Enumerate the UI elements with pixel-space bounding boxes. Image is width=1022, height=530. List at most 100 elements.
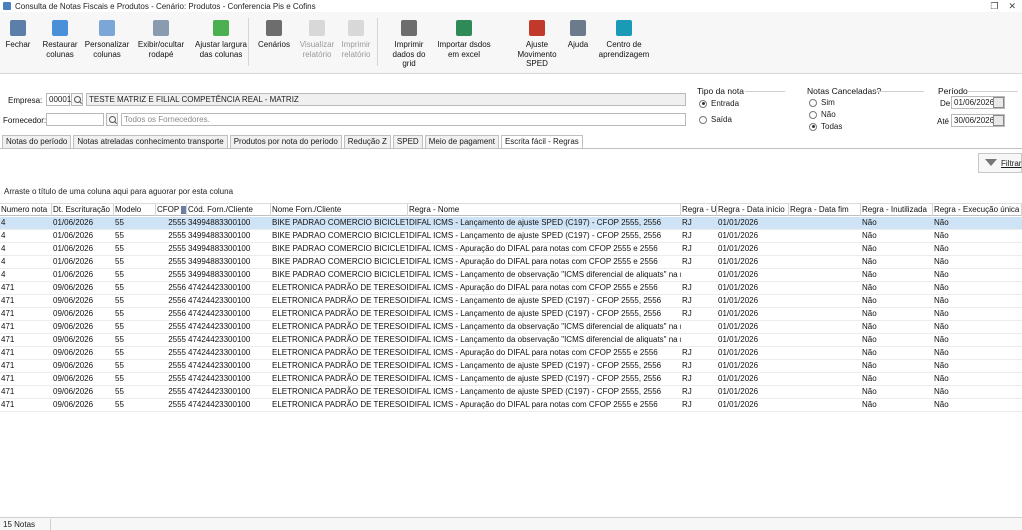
cell-regra-nome: DIFAL ICMS - Lançamento de ajuste SPED (… [409, 231, 662, 240]
cell-dt-escrituracao: 09/06/2026 [53, 283, 94, 292]
table-row[interactable]: 471 09/06/2026 55 2555 47424423300100 ELETRON… [0, 386, 1022, 399]
fornecedor-code-field[interactable] [46, 113, 104, 126]
cell-cfop: 2555 [168, 387, 186, 396]
ajuste-movimento-sped-button[interactable]: Ajuste Movimento SPED [509, 20, 565, 69]
toolbar-ribbon: Fechar Restaurar colunas Personalizar colu… [0, 12, 1022, 74]
radio-saida-dot[interactable] [699, 115, 707, 124]
table-row[interactable]: 4 01/06/2026 55 2555 34994883300100 BIKE PADR… [0, 269, 1022, 282]
radio-saida[interactable]: Saída [699, 115, 732, 124]
cell-regra-inutilizada: Não [862, 244, 877, 253]
table-row[interactable]: 471 09/06/2026 55 2555 47424423300100 ELETRON… [0, 321, 1022, 334]
table-row[interactable]: 4 01/06/2026 55 2555 34994883300100 BIKE PADR… [0, 256, 1022, 269]
record-count: 15 Notas [3, 520, 36, 529]
cell-regra-data-inicio: 01/01/2026 [718, 348, 759, 357]
cell-regra-uf [681, 269, 717, 281]
cell-cod-forn-cliente: 47424423300100 [188, 335, 251, 344]
imprimir-dados-do-grid-button[interactable]: Imprimir dados do grid [385, 20, 433, 69]
toolbar-separator [377, 18, 378, 66]
cell-regra-data-inicio: 01/01/2026 [718, 335, 759, 344]
empresa-code-field[interactable]: 00001 [46, 93, 71, 106]
radio-nao[interactable]: Não [809, 110, 836, 119]
status-separator [50, 519, 51, 530]
radio-nao-dot[interactable] [809, 110, 817, 119]
status-bar: 15 Notas [0, 517, 1022, 530]
cell-numero-nota: 4 [1, 257, 6, 266]
column-header-regra-execucao-unica[interactable]: Regra - Execução única [933, 204, 1022, 216]
column-header-regra-inutilizada[interactable]: Regra - Inutilizada [861, 204, 933, 216]
fornecedor-search-icon[interactable] [106, 113, 118, 126]
calendar-ate-icon[interactable] [993, 115, 1004, 126]
restaurar-colunas-button[interactable]: Restaurar colunas [40, 20, 80, 59]
empresa-search-icon[interactable] [71, 93, 83, 106]
tab-reducao-z[interactable]: Redução Z [343, 135, 391, 148]
column-header-regra-data-inicio[interactable]: Regra - Data início [717, 204, 789, 216]
cell-numero-nota: 4 [1, 218, 6, 227]
tab-notas-atreladas-conhecimento-transporte[interactable]: Notas atreladas conhecimento transporte [73, 135, 228, 148]
table-row[interactable]: 471 09/06/2026 55 2556 47424423300100 ELETRON… [0, 308, 1022, 321]
cell-regra-data-fim [789, 308, 861, 320]
cell-cod-forn-cliente: 47424423300100 [188, 348, 251, 357]
restore-window-icon[interactable]: ❐ [990, 1, 998, 12]
cell-dt-escrituracao: 09/06/2026 [53, 309, 94, 318]
cell-modelo: 55 [115, 257, 124, 266]
table-row[interactable]: 471 09/06/2026 55 2555 47424423300100 ELETRON… [0, 334, 1022, 347]
radio-sim[interactable]: Sim [809, 98, 835, 107]
personalizar-colunas-button[interactable]: Personalizar colunas [84, 20, 130, 59]
column-header-nome-forn-cliente[interactable]: Nome Forn./Cliente [271, 204, 408, 216]
cell-nome-forn-cliente: BIKE PADRAO COMERCIO BICICLETAS LTDA [272, 270, 408, 279]
column-header-dt-escrituracao[interactable]: Dt. Escrituração [52, 204, 114, 216]
tab-notas-do-periodo[interactable]: Notas do período [2, 135, 72, 148]
table-row[interactable]: 4 01/06/2026 55 2555 34994883300100 BIKE PADR… [0, 217, 1022, 230]
table-row[interactable]: 471 09/06/2026 55 2555 47424423300100 ELETRON… [0, 399, 1022, 412]
table-row[interactable]: 471 09/06/2026 55 2555 47424423300100 ELETRON… [0, 347, 1022, 360]
table-row[interactable]: 471 09/06/2026 55 2555 47424423300100 ELETRON… [0, 373, 1022, 386]
cell-dt-escrituracao: 01/06/2026 [53, 270, 94, 279]
cell-regra-data-fim [789, 243, 861, 255]
visualizar-relatorio-button[interactable]: Visualizar relatório [297, 20, 337, 59]
tab-sped[interactable]: SPED [392, 135, 423, 148]
calendar-de-icon[interactable] [993, 97, 1004, 108]
column-header-label: Dt. Escrituração [53, 205, 110, 214]
radio-entrada[interactable]: Entrada [699, 99, 739, 108]
radio-todas-dot[interactable] [809, 122, 817, 131]
table-row[interactable]: 4 01/06/2026 55 2555 34994883300100 BIKE PADR… [0, 230, 1022, 243]
imprimir-relatorio-label: Imprimir relatório [341, 40, 371, 59]
scenarios-icon [266, 20, 282, 36]
periodo-title: Período [938, 86, 968, 96]
radio-entrada-dot[interactable] [699, 99, 707, 108]
close-window-icon[interactable]: ✕ [1008, 1, 1016, 12]
tab-meio-de-pagament[interactable]: Meio de pagament [424, 135, 499, 148]
cell-nome-forn-cliente: BIKE PADRAO COMERCIO BICICLETAS LTDA [272, 231, 408, 240]
cenarios-button[interactable]: Cenários [256, 20, 292, 50]
centro-de-aprendizagem-button[interactable]: Centro de aprendizagem [598, 20, 650, 59]
column-header-numero-nota[interactable]: Numero nota [0, 204, 52, 216]
tab-produtos-por-nota-do-periodo[interactable]: Produtos por nota do período [229, 135, 342, 148]
cell-regra-data-fim [789, 256, 861, 268]
table-row[interactable]: 4 01/06/2026 55 2555 34994883300100 BIKE PADR… [0, 243, 1022, 256]
column-header-modelo[interactable]: Modelo [114, 204, 156, 216]
column-header-cfop[interactable]: CFOP [156, 204, 187, 216]
ajuda-button[interactable]: Ajuda [565, 20, 591, 50]
tab-escrita-facil-regras[interactable]: Escrita fácil - Regras [500, 135, 583, 149]
cell-nome-forn-cliente: ELETRONICA PADRÃO DE TERESOPOLIS LTDA [272, 348, 408, 357]
filter-button[interactable]: Filtrar [978, 153, 1022, 173]
column-header-cod-forn-cliente[interactable]: Cód. Forn./Cliente [187, 204, 271, 216]
column-header-regra-uf[interactable]: Regra - UF [681, 204, 717, 216]
radio-todas[interactable]: Todas [809, 122, 842, 131]
sped-adjust-icon [529, 20, 545, 36]
ajustar-largura-das-colunas-button[interactable]: Ajustar largura das colunas [190, 20, 252, 59]
table-row[interactable]: 471 09/06/2026 55 2556 47424423300100 ELETRON… [0, 295, 1022, 308]
table-row[interactable]: 471 09/06/2026 55 2555 47424423300100 ELETRON… [0, 360, 1022, 373]
cell-regra-execucao-unica: Não [934, 348, 949, 357]
table-row[interactable]: 471 09/06/2026 55 2556 47424423300100 ELETRON… [0, 282, 1022, 295]
excel-import-icon [456, 20, 472, 36]
imprimir-relatorio-button[interactable]: Imprimir relatório [338, 20, 374, 59]
exibir-ocultar-rodape-button[interactable]: Exibir/ocultar rodapé [135, 20, 187, 59]
importar-dsdos-em-excel-button[interactable]: Importar dsdos em excel [435, 20, 493, 59]
column-header-regra-nome[interactable]: Regra - Nome [408, 204, 681, 216]
fechar-button[interactable]: Fechar [3, 20, 33, 50]
cell-modelo: 55 [115, 296, 124, 305]
radio-sim-dot[interactable] [809, 98, 817, 107]
column-header-regra-data-fim[interactable]: Regra - Data fim [789, 204, 861, 216]
cell-regra-data-fim [789, 373, 861, 385]
